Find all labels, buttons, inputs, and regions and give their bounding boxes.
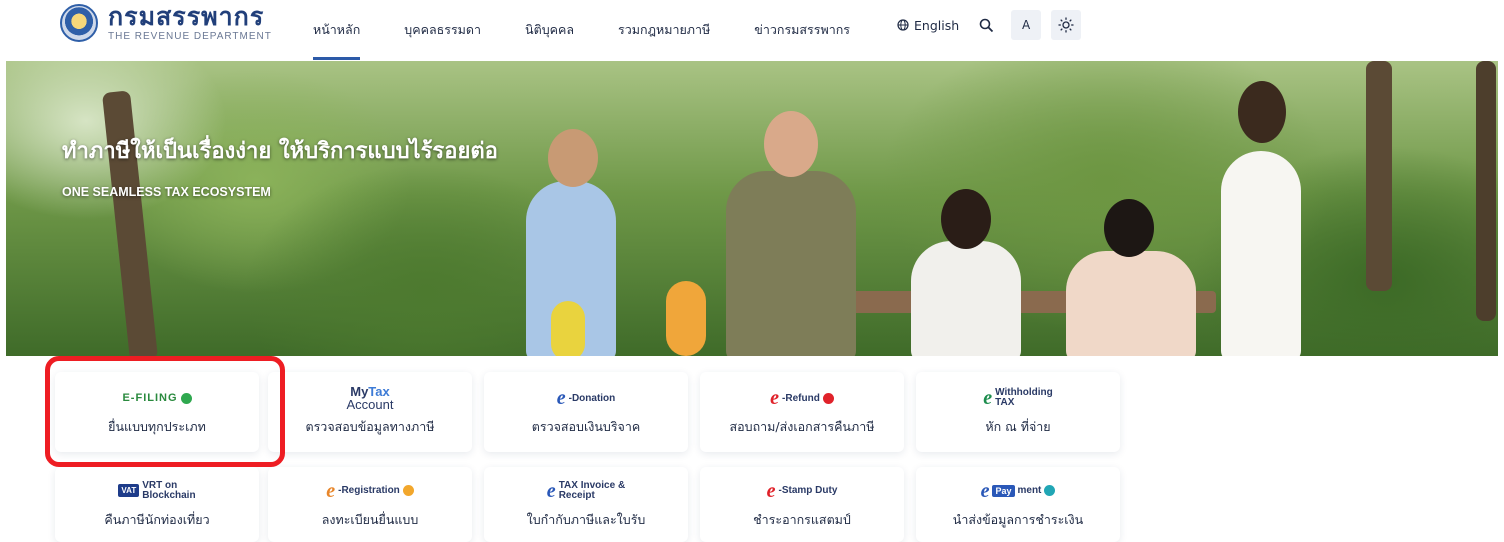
font-size-button[interactable]: A (1011, 10, 1042, 40)
e-icon: e (766, 479, 776, 502)
e-icon: e (326, 479, 336, 502)
sun-icon (1058, 17, 1074, 33)
nav-item-tax-law[interactable]: รวมกฎหมายภาษี (605, 0, 723, 60)
language-switch[interactable]: English (895, 14, 961, 37)
revenue-department-seal-icon (60, 4, 98, 42)
theme-toggle-button[interactable] (1051, 10, 1082, 40)
person-boy-head (548, 129, 598, 187)
tree-trunk (101, 90, 159, 356)
service-card-label: ใบกำกับภาษีและใบรับ (526, 511, 646, 527)
e-donation-logo: e -Donation (556, 387, 616, 409)
e-stamp-duty-logo: e -Stamp Duty (766, 479, 838, 502)
hero-title: ทำภาษีให้เป็นเรื่องง่าย ให้บริการแบบไร้ร… (62, 139, 498, 164)
service-card-label: หัก ณ ที่จ่าย (985, 419, 1051, 434)
person-woman-2-head (1104, 199, 1154, 257)
nav-item-home[interactable]: หน้าหลัก (300, 0, 373, 60)
tree-trunk (1476, 61, 1496, 321)
nav-item-individual[interactable]: บุคคลธรรมดา (391, 0, 494, 60)
service-card-e-withholding-tax[interactable]: e Withholding TAX หัก ณ ที่จ่าย (916, 372, 1120, 452)
globe-icon (897, 19, 909, 31)
e-withholding-tax-logo: e Withholding TAX (983, 387, 1053, 409)
nav-item-news[interactable]: ข่าวกรมสรรพากร (741, 0, 863, 60)
skateboard (551, 301, 585, 356)
e-icon: e (556, 387, 566, 409)
font-size-label: A (1022, 18, 1031, 32)
my-tax-account-logo: MyTax Account (346, 384, 394, 412)
tree-trunk (1366, 61, 1392, 291)
nav-item-juristic[interactable]: นิติบุคคล (512, 0, 587, 60)
header-tools: English A (895, 10, 1082, 40)
service-card-label: ตรวจสอบเงินบริจาค (531, 419, 641, 434)
site-logo[interactable]: กรมสรรพากร THE REVENUE DEPARTMENT (60, 4, 272, 42)
service-card-label: ลงทะเบียนยื่นแบบ (321, 511, 419, 527)
service-card-label: ชำระอากรแสตมป์ (753, 511, 851, 527)
service-card-label: คืนภาษีนักท่องเที่ยว (104, 511, 210, 527)
e-registration-logo: e -Registration (326, 480, 414, 502)
hero-subtitle: ONE SEAMLESS TAX ECOSYSTEM (62, 185, 271, 199)
e-icon: e (546, 479, 556, 502)
payment-dot-icon (1044, 485, 1056, 496)
service-card-e-donation[interactable]: e -Donation ตรวจสอบเงินบริจาค (484, 372, 688, 452)
e-icon: e (980, 479, 990, 502)
person-woman-3 (1221, 151, 1301, 356)
service-card-label: สอบถาม/ส่งเอกสารคืนภาษี (729, 419, 875, 434)
person-woman-2 (1066, 251, 1196, 356)
hero-banner: ทำภาษีให้เป็นเรื่องง่าย ให้บริการแบบไร้ร… (6, 61, 1498, 356)
search-icon (979, 18, 993, 32)
service-card-e-payment[interactable]: e Pay ment นำส่งข้อมูลการชำระเงิน (916, 467, 1120, 542)
service-card-e-stamp-duty[interactable]: e -Stamp Duty ชำระอากรแสตมป์ (700, 467, 904, 542)
person-man (726, 171, 856, 356)
service-card-e-tax-invoice[interactable]: e TAX Invoice & Receipt ใบกำกับภาษีและใบ… (484, 467, 688, 542)
e-filing-highlight-frame (45, 356, 285, 467)
vrt-on-blockchain-logo: VAT VRT on Blockchain (118, 480, 196, 502)
person-woman-3-head (1238, 81, 1286, 143)
e-icon: e (770, 387, 780, 409)
main-nav: หน้าหลัก บุคคลธรรมดา นิติบุคคล รวมกฎหมาย… (300, 0, 881, 60)
person-woman-1-head (941, 189, 991, 249)
logo-subtitle: THE REVENUE DEPARTMENT (108, 31, 272, 42)
service-card-label: นำส่งข้อมูลการชำระเงิน (952, 511, 1084, 527)
language-label: English (914, 17, 960, 33)
e-icon: e (983, 387, 993, 409)
e-tax-invoice-logo: e TAX Invoice & Receipt (546, 479, 626, 502)
site-header: กรมสรรพากร THE REVENUE DEPARTMENT หน้าหล… (0, 0, 1504, 60)
registration-dot-icon (402, 485, 414, 496)
service-card-my-tax-account[interactable]: MyTax Account ตรวจสอบข้อมูลทางภาษี (268, 372, 472, 452)
person-man-head (764, 111, 818, 177)
e-payment-logo: e Pay ment (981, 480, 1056, 502)
e-refund-logo: e -Refund (770, 387, 834, 409)
refund-dot-icon (822, 392, 834, 404)
service-card-e-registration[interactable]: e -Registration ลงทะเบียนยื่นแบบ (268, 467, 472, 542)
service-card-e-refund[interactable]: e -Refund สอบถาม/ส่งเอกสารคืนภาษี (700, 372, 904, 452)
search-button[interactable] (971, 10, 1002, 40)
logo-title: กรมสรรพากร (108, 2, 265, 31)
person-woman-1 (911, 241, 1021, 356)
skateboard (666, 281, 706, 356)
service-card-label: ตรวจสอบข้อมูลทางภาษี (305, 419, 435, 434)
service-card-vrt-on-blockchain[interactable]: VAT VRT on Blockchain คืนภาษีนักท่องเที่… (55, 467, 259, 542)
